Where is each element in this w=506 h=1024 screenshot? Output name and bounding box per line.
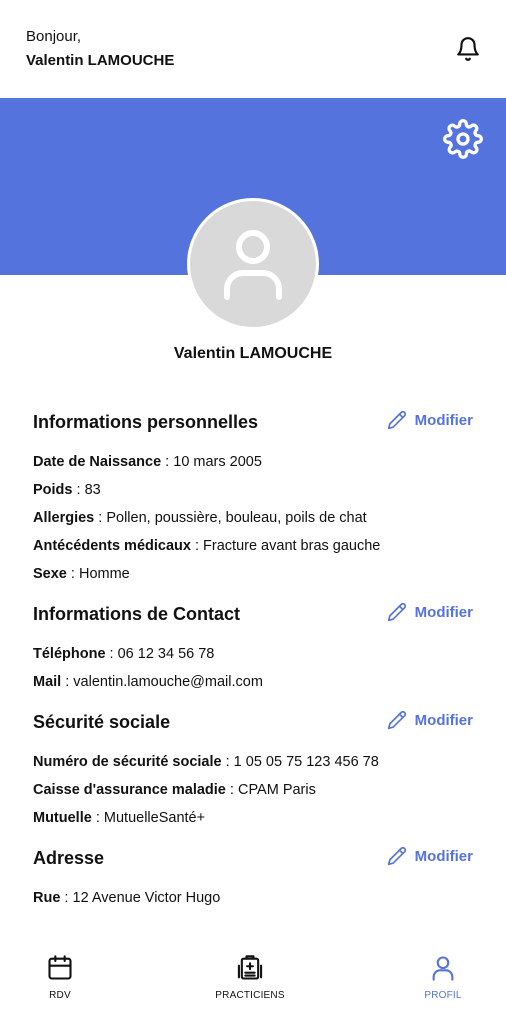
modify-button[interactable]: Modifier (387, 410, 473, 430)
section-title: Informations personnelles (33, 412, 259, 432)
field-value: 06 12 34 56 78 (117, 646, 215, 662)
field-label: Poids (33, 482, 73, 498)
avatar[interactable] (187, 198, 319, 330)
nav-label: RDV (49, 990, 71, 1001)
user-name-header: Valentin LAMOUCHE (26, 52, 175, 69)
field-row: Caisse d'assurance maladie : CPAM Paris (33, 782, 316, 798)
field-value: 12 Avenue Victor Hugo (72, 890, 221, 906)
bell-icon[interactable] (455, 36, 481, 62)
pencil-icon (387, 410, 406, 430)
field-value: 83 (84, 482, 101, 498)
section-social-security: Sécurité sociale Modifier Numéro de sécu… (0, 696, 506, 832)
section-header: Sécurité sociale Modifier (33, 696, 473, 748)
modify-label: Modifier (414, 847, 473, 865)
nav-label: PRACTICIENS (215, 990, 285, 1001)
section-title: Adresse (33, 848, 105, 868)
field-row: Sexe : Homme (33, 566, 130, 582)
user-icon (432, 956, 454, 981)
modify-button[interactable]: Modifier (387, 602, 473, 622)
nav-item-practiciens[interactable]: PRACTICIENS (200, 954, 300, 1002)
field-row: Antécédents médicaux : Fracture avant br… (33, 538, 381, 554)
field-value: Homme (78, 566, 130, 582)
bottom-navigation: RDV PRACTICIENS PROFIL (0, 932, 506, 1024)
nav-label: PROFIL (424, 990, 462, 1001)
greeting-text: Bonjour, (26, 28, 82, 45)
nav-item-rdv[interactable]: RDV (10, 954, 110, 1002)
section-contact-info: Informations de Contact Modifier Télépho… (0, 588, 506, 696)
section-header: Adresse Modifier (33, 832, 473, 884)
field-value: 1 05 05 75 123 456 78 (233, 754, 379, 770)
field-row: Poids : 83 (33, 482, 101, 498)
field-row: Date de Naissance : 10 mars 2005 (33, 454, 262, 470)
profile-details[interactable]: Informations personnelles Modifier Date … (0, 396, 506, 932)
field-row: Numéro de sécurité sociale : 1 05 05 75 … (33, 754, 379, 770)
field-label: Téléphone (33, 646, 106, 662)
field-row: Mutuelle : MutuelleSanté+ (33, 810, 206, 826)
field-label: Caisse d'assurance maladie (33, 782, 226, 798)
modify-button[interactable]: Modifier (387, 846, 473, 866)
modify-button[interactable]: Modifier (387, 710, 473, 730)
field-label: Sexe (33, 566, 67, 582)
profile-name: Valentin LAMOUCHE (173, 345, 333, 362)
section-header: Informations de Contact Modifier (33, 588, 473, 640)
field-value: MutuelleSanté+ (103, 810, 206, 826)
pencil-icon (387, 710, 406, 730)
section-title: Informations de Contact (33, 604, 241, 624)
calendar-icon (48, 955, 72, 980)
field-row: Allergies : Pollen, poussière, bouleau, … (33, 510, 367, 526)
medical-folder-icon (237, 955, 263, 980)
field-value: Fracture avant bras gauche (203, 538, 381, 554)
field-label: Numéro de sécurité sociale (33, 754, 222, 770)
field-value: Pollen, poussière, bouleau, poils de cha… (106, 510, 367, 526)
user-icon (224, 230, 282, 300)
field-label: Antécédents médicaux (33, 538, 191, 554)
modify-label: Modifier (414, 411, 473, 429)
section-personal-info: Informations personnelles Modifier Date … (0, 396, 506, 588)
field-label: Allergies (33, 510, 95, 526)
nav-item-profil[interactable]: PROFIL (393, 954, 493, 1002)
field-value: 10 mars 2005 (173, 454, 262, 470)
field-value: valentin.lamouche@mail.com (73, 674, 263, 690)
pencil-icon (387, 602, 406, 622)
field-value: CPAM Paris (237, 782, 316, 798)
field-row: Rue : 12 Avenue Victor Hugo (33, 890, 221, 906)
field-label: Rue (33, 890, 61, 906)
field-label: Date de Naissance (33, 454, 162, 470)
section-header: Informations personnelles Modifier (33, 396, 473, 448)
top-header: Bonjour, Valentin LAMOUCHE (0, 0, 506, 98)
field-label: Mail (33, 674, 62, 690)
field-label: Mutuelle (33, 810, 92, 826)
section-address: Adresse Modifier Rue : 12 Avenue Victor … (0, 832, 506, 912)
field-row: Mail : valentin.lamouche@mail.com (33, 674, 263, 690)
pencil-icon (387, 846, 406, 866)
section-title: Sécurité sociale (33, 712, 171, 732)
gear-icon[interactable] (443, 119, 483, 159)
modify-label: Modifier (414, 711, 473, 729)
field-row: Téléphone : 06 12 34 56 78 (33, 646, 215, 662)
modify-label: Modifier (414, 603, 473, 621)
